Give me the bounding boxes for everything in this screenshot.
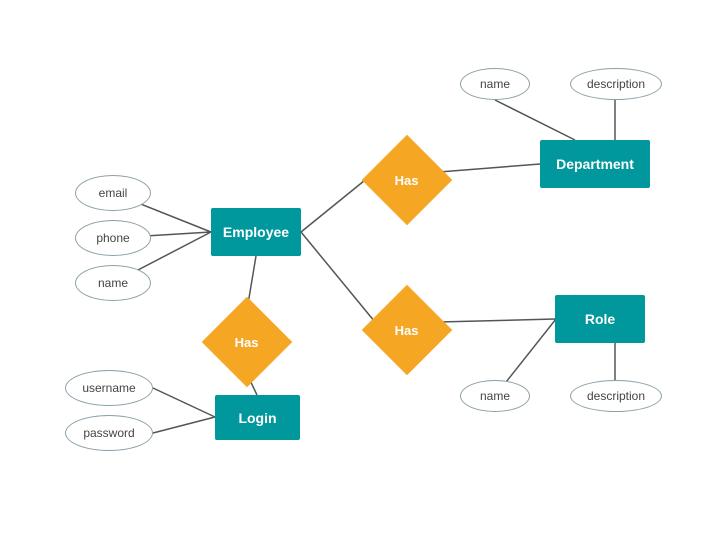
email-attribute: email [75, 175, 151, 211]
role-name-attribute: name [460, 380, 530, 412]
login-entity: Login [215, 395, 300, 440]
dept-name-attribute: name [460, 68, 530, 100]
phone-attribute: phone [75, 220, 151, 256]
employee-name-attribute: name [75, 265, 151, 301]
department-entity: Department [540, 140, 650, 188]
role-entity: Role [555, 295, 645, 343]
dept-description-attribute: description [570, 68, 662, 100]
has-diamond-role: Has [362, 285, 453, 376]
has-diamond-login: Has [202, 297, 293, 388]
password-attribute: password [65, 415, 153, 451]
er-diagram: Employee Department Role Login Has Has H… [0, 0, 728, 540]
username-attribute: username [65, 370, 153, 406]
employee-entity: Employee [211, 208, 301, 256]
role-description-attribute: description [570, 380, 662, 412]
has-diamond-dept: Has [362, 135, 453, 226]
